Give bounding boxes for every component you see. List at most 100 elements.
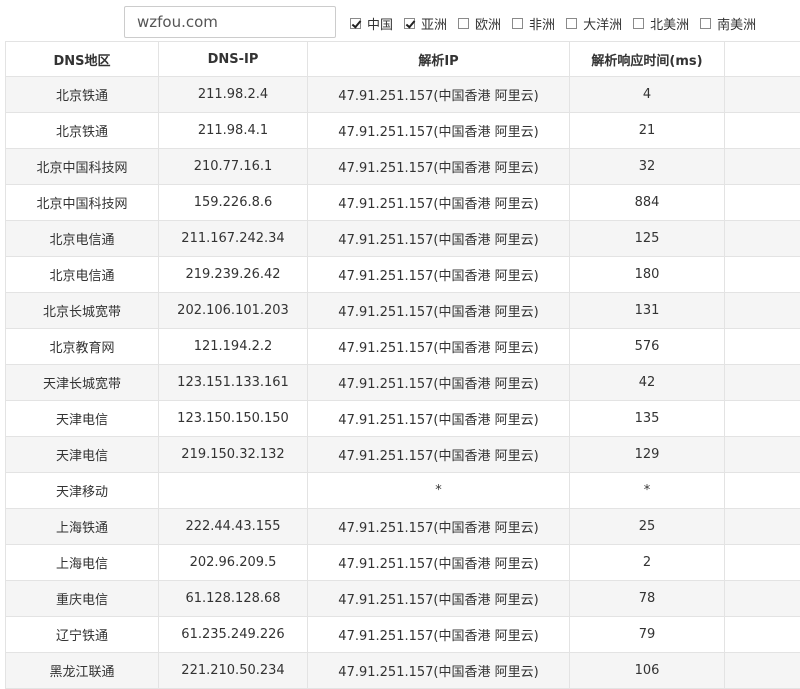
table-row: 北京长城宽带202.106.101.20347.91.251.157(中国香港 …: [6, 293, 800, 329]
header-extra: [725, 42, 800, 77]
extra-cell: [725, 365, 800, 401]
resolved-ip-cell: 47.91.251.157(中国香港 阿里云): [308, 113, 570, 149]
dns-ip-cell: 61.235.249.226: [159, 617, 308, 653]
resolved-ip-cell: 47.91.251.157(中国香港 阿里云): [308, 617, 570, 653]
table-row: 北京教育网121.194.2.247.91.251.157(中国香港 阿里云)5…: [6, 329, 800, 365]
table-row: 北京电信通211.167.242.3447.91.251.157(中国香港 阿里…: [6, 221, 800, 257]
resolved-ip-cell: 47.91.251.157(中国香港 阿里云): [308, 653, 570, 689]
resolved-ip-cell: 47.91.251.157(中国香港 阿里云): [308, 329, 570, 365]
dns-ip-cell: [159, 473, 308, 509]
table-row: 天津移动 **: [6, 473, 800, 509]
table-row: 黑龙江联通221.210.50.23447.91.251.157(中国香港 阿里…: [6, 653, 800, 689]
resolved-ip-cell: 47.91.251.157(中国香港 阿里云): [308, 545, 570, 581]
region-filters: 中国 亚洲 欧洲非洲 大洋洲 北美洲 南美洲: [350, 14, 767, 33]
dns-region-cell: 北京中国科技网: [6, 185, 159, 221]
dns-ip-cell: 219.150.32.132: [159, 437, 308, 473]
dns-ip-cell: 121.194.2.2: [159, 329, 308, 365]
dns-ip-cell: 159.226.8.6: [159, 185, 308, 221]
region-checkbox[interactable]: [633, 18, 644, 29]
region-filter[interactable]: 北美洲: [633, 14, 689, 33]
resolved-ip-cell: 47.91.251.157(中国香港 阿里云): [308, 581, 570, 617]
header-resolved-ip: 解析IP: [308, 42, 570, 77]
region-filter[interactable]: 中国: [350, 14, 393, 33]
extra-cell: [725, 653, 800, 689]
region-filter-label: 欧洲: [475, 14, 501, 33]
region-filter-label: 大洋洲: [583, 14, 622, 33]
dns-region-cell: 天津电信: [6, 401, 159, 437]
dns-ip-cell: 61.128.128.68: [159, 581, 308, 617]
region-filter[interactable]: 亚洲: [404, 14, 447, 33]
region-checkbox[interactable]: [350, 18, 361, 29]
table-header-row: DNS地区 DNS-IP 解析IP 解析响应时间(ms): [6, 42, 800, 77]
resolved-ip-cell: 47.91.251.157(中国香港 阿里云): [308, 365, 570, 401]
response-time-cell: 180: [570, 257, 725, 293]
dns-region-cell: 北京铁通: [6, 77, 159, 113]
region-filter-label: 北美洲: [650, 14, 689, 33]
region-filter[interactable]: 大洋洲: [566, 14, 622, 33]
extra-cell: [725, 581, 800, 617]
region-checkbox[interactable]: [700, 18, 711, 29]
resolved-ip-cell: 47.91.251.157(中国香港 阿里云): [308, 437, 570, 473]
response-time-cell: 884: [570, 185, 725, 221]
resolved-ip-cell: 47.91.251.157(中国香港 阿里云): [308, 185, 570, 221]
extra-cell: [725, 617, 800, 653]
response-time-cell: 78: [570, 581, 725, 617]
dns-region-cell: 北京长城宽带: [6, 293, 159, 329]
dns-region-cell: 北京教育网: [6, 329, 159, 365]
region-filter-label: 亚洲: [421, 14, 447, 33]
region-filter[interactable]: 南美洲: [700, 14, 756, 33]
header-response-time: 解析响应时间(ms): [570, 42, 725, 77]
response-time-cell: 135: [570, 401, 725, 437]
region-checkbox[interactable]: [458, 18, 469, 29]
extra-cell: [725, 293, 800, 329]
region-filter[interactable]: 非洲: [512, 14, 555, 33]
extra-cell: [725, 113, 800, 149]
response-time-cell: 21: [570, 113, 725, 149]
dns-ip-cell: 202.96.209.5: [159, 545, 308, 581]
dns-region-cell: 天津长城宽带: [6, 365, 159, 401]
extra-cell: [725, 437, 800, 473]
response-time-cell: 125: [570, 221, 725, 257]
dns-region-cell: 上海铁通: [6, 509, 159, 545]
table-row: 北京铁通211.98.2.447.91.251.157(中国香港 阿里云)4: [6, 77, 800, 113]
extra-cell: [725, 545, 800, 581]
table-row: 上海电信202.96.209.547.91.251.157(中国香港 阿里云)2: [6, 545, 800, 581]
dns-ip-cell: 210.77.16.1: [159, 149, 308, 185]
dns-region-cell: 天津电信: [6, 437, 159, 473]
dns-region-cell: 重庆电信: [6, 581, 159, 617]
resolved-ip-cell: *: [308, 473, 570, 509]
region-checkbox[interactable]: [566, 18, 577, 29]
resolved-ip-cell: 47.91.251.157(中国香港 阿里云): [308, 509, 570, 545]
table-row: 天津电信219.150.32.13247.91.251.157(中国香港 阿里云…: [6, 437, 800, 473]
dns-ip-cell: 211.98.2.4: [159, 77, 308, 113]
region-checkbox[interactable]: [404, 18, 415, 29]
extra-cell: [725, 149, 800, 185]
response-time-cell: 129: [570, 437, 725, 473]
region-filter-label: 南美洲: [717, 14, 756, 33]
dns-region-cell: 上海电信: [6, 545, 159, 581]
response-time-cell: 79: [570, 617, 725, 653]
resolved-ip-cell: 47.91.251.157(中国香港 阿里云): [308, 221, 570, 257]
dns-region-cell: 北京铁通: [6, 113, 159, 149]
response-time-cell: 131: [570, 293, 725, 329]
response-time-cell: 2: [570, 545, 725, 581]
dns-region-cell: 北京中国科技网: [6, 149, 159, 185]
extra-cell: [725, 401, 800, 437]
dns-region-cell: 北京电信通: [6, 221, 159, 257]
dns-ip-cell: 222.44.43.155: [159, 509, 308, 545]
response-time-cell: 32: [570, 149, 725, 185]
dns-ip-cell: 211.167.242.34: [159, 221, 308, 257]
region-filter[interactable]: 欧洲: [458, 14, 501, 33]
dns-region-cell: 天津移动: [6, 473, 159, 509]
dns-ip-cell: 123.151.133.161: [159, 365, 308, 401]
dns-ip-cell: 221.210.50.234: [159, 653, 308, 689]
response-time-cell: *: [570, 473, 725, 509]
resolved-ip-cell: 47.91.251.157(中国香港 阿里云): [308, 149, 570, 185]
header-dns-ip: DNS-IP: [159, 42, 308, 77]
response-time-cell: 25: [570, 509, 725, 545]
extra-cell: [725, 185, 800, 221]
response-time-cell: 106: [570, 653, 725, 689]
domain-input[interactable]: [124, 6, 336, 38]
dns-results-table: DNS地区 DNS-IP 解析IP 解析响应时间(ms) 北京铁通211.98.…: [5, 41, 800, 689]
region-checkbox[interactable]: [512, 18, 523, 29]
